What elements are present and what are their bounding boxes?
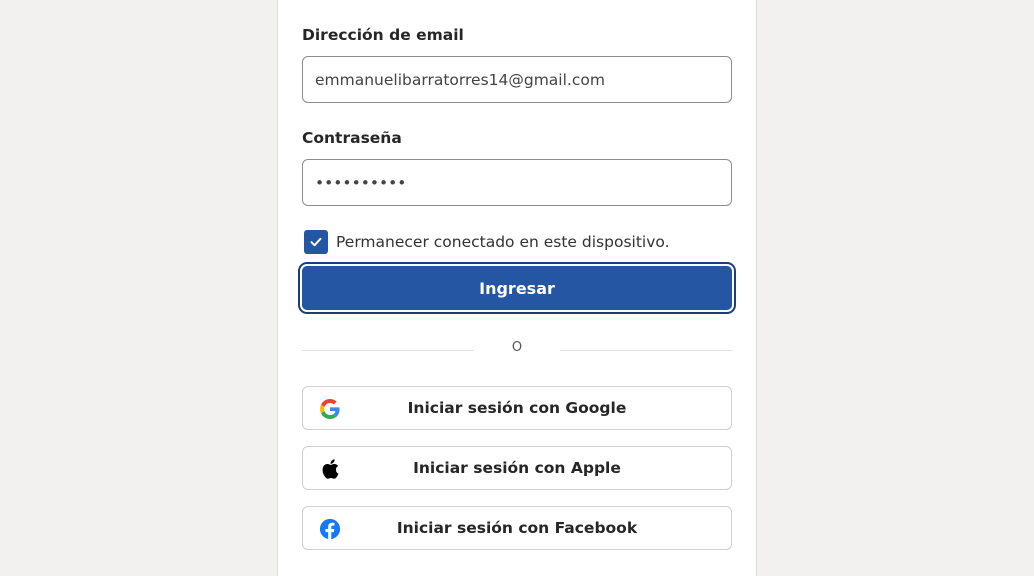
remember-me-row[interactable]: Permanecer conectado en este dispositivo… <box>304 230 670 254</box>
google-login-button[interactable]: Iniciar sesión con Google <box>302 386 732 430</box>
password-field[interactable]: •••••••••• <box>302 159 732 206</box>
remember-me-checkbox[interactable] <box>304 230 328 254</box>
divider-text: O <box>511 340 523 355</box>
password-label: Contraseña <box>302 129 402 147</box>
google-login-label: Iniciar sesión con Google <box>407 399 627 417</box>
google-icon <box>319 398 341 420</box>
apple-login-label: Iniciar sesión con Apple <box>413 459 621 477</box>
login-button[interactable]: Ingresar <box>298 262 736 314</box>
divider-line-right <box>560 350 732 351</box>
email-label: Dirección de email <box>302 26 464 44</box>
divider-line-left <box>302 350 474 351</box>
check-icon <box>310 237 322 247</box>
apple-icon <box>319 458 341 480</box>
facebook-login-button[interactable]: Iniciar sesión con Facebook <box>302 506 732 550</box>
remember-me-label: Permanecer conectado en este dispositivo… <box>336 233 670 251</box>
email-field[interactable] <box>302 56 732 103</box>
facebook-login-label: Iniciar sesión con Facebook <box>396 519 638 537</box>
facebook-icon <box>319 518 341 540</box>
password-input[interactable]: •••••••••• <box>315 174 406 192</box>
apple-login-button[interactable]: Iniciar sesión con Apple <box>302 446 732 490</box>
email-input[interactable] <box>315 70 719 89</box>
